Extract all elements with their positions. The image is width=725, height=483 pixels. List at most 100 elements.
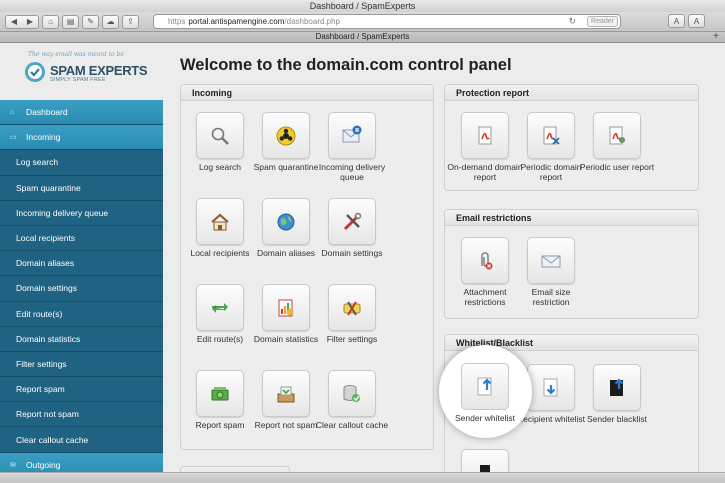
sidebar-item-label: Domain settings — [16, 283, 77, 294]
forward-icon[interactable]: ▶ — [27, 17, 33, 26]
sidebar-item-spam-quarantine[interactable]: Spam quarantine — [0, 175, 163, 201]
globe-icon — [277, 213, 295, 230]
back-forward-buttons[interactable]: ◀ ▶ — [5, 14, 39, 29]
print-button[interactable]: ▤ — [62, 14, 79, 29]
protection-report-title: Protection report — [445, 85, 698, 101]
logo[interactable]: The way email was meant to be SPAM EXPER… — [24, 51, 149, 91]
sidebar-item-incoming-delivery-queue[interactable]: Incoming delivery queue — [0, 200, 163, 226]
email-restrictions-panel: Email restrictions Attachment restrictio… — [444, 209, 699, 319]
domain-aliases-button[interactable] — [262, 198, 310, 245]
house-icon — [211, 213, 229, 230]
edit-routes-button[interactable] — [196, 284, 244, 331]
sidebar: ⌂ Dashboard ▭ Incoming Log search Spam q… — [0, 100, 163, 483]
cloud-icon: ☁ — [106, 17, 115, 26]
tile-label: Report not spam — [254, 420, 318, 430]
sidebar-item-domain-aliases[interactable]: Domain aliases — [0, 251, 163, 277]
sender-whitelist-button[interactable] — [461, 363, 509, 410]
sidebar-item-edit-routes[interactable]: Edit route(s) — [0, 301, 163, 327]
log-search-button[interactable] — [196, 112, 244, 159]
back-icon[interactable]: ◀ — [11, 17, 17, 26]
sidebar-item-label: Edit route(s) — [16, 308, 63, 319]
tile-incoming-delivery-queue[interactable]: Incoming delivery queue — [314, 112, 390, 182]
tile-periodic-user-report[interactable]: Periodic user report — [579, 112, 655, 172]
tile-log-search[interactable]: Log search — [182, 112, 258, 172]
sidebar-item-dashboard[interactable]: ⌂ Dashboard — [0, 100, 163, 126]
tile-report-not-spam[interactable]: Report not spam — [248, 370, 324, 430]
sidebar-item-filter-settings[interactable]: Filter settings — [0, 351, 163, 378]
sidebar-item-local-recipients[interactable]: Local recipients — [0, 225, 163, 252]
report-not-spam-button[interactable] — [262, 370, 310, 417]
clear-callout-cache-button[interactable] — [328, 370, 376, 417]
incoming-delivery-queue-button[interactable] — [328, 112, 376, 159]
address-bar[interactable]: https portal.antispamengine.com/dashboar… — [153, 14, 621, 29]
sidebar-item-report-not-spam[interactable]: Report not spam — [0, 402, 163, 428]
cloud-button[interactable]: ☁ — [102, 14, 119, 29]
email-size-restriction-button[interactable] — [527, 237, 575, 284]
font-smaller-button[interactable]: A — [668, 14, 685, 28]
share-icon: ⇪ — [127, 17, 134, 26]
tile-domain-statistics[interactable]: Domain statistics — [248, 284, 324, 344]
periodic-domain-report-button[interactable] — [527, 112, 575, 159]
tile-sender-whitelist[interactable]: Sender whitelist — [447, 363, 523, 423]
tile-domain-aliases[interactable]: Domain aliases — [248, 198, 324, 258]
tile-spam-quarantine[interactable]: Spam quarantine — [248, 112, 324, 172]
tile-label: Spam quarantine — [253, 162, 319, 172]
sidebar-item-clear-callout-cache[interactable]: Clear callout cache — [0, 427, 163, 453]
sidebar-item-label: Filter settings — [16, 358, 67, 369]
logo-name: SPAM EXPERTS — [50, 63, 148, 78]
spam-quarantine-button[interactable] — [262, 112, 310, 159]
share-button[interactable]: ⇪ — [122, 14, 139, 29]
edit-button[interactable]: ✎ — [82, 14, 99, 29]
sidebar-item-incoming[interactable]: ▭ Incoming — [0, 125, 163, 151]
tile-periodic-domain-report[interactable]: Periodic domain report — [513, 112, 589, 182]
logo-subtitle: SIMPLY SPAM FREE — [50, 77, 106, 83]
black-doc-icon — [610, 377, 624, 396]
tile-report-spam[interactable]: Report spam — [182, 370, 258, 430]
report-spam-button[interactable] — [196, 370, 244, 417]
recipient-whitelist-button[interactable] — [527, 364, 575, 411]
reader-button[interactable]: Reader — [587, 16, 618, 27]
incoming-panel: Incoming Log search Spam quarantine Inco… — [180, 84, 434, 450]
reload-icon[interactable]: ↻ — [568, 16, 576, 27]
sidebar-item-report-spam[interactable]: Report spam — [0, 377, 163, 403]
periodic-user-report-button[interactable] — [593, 112, 641, 159]
filter-settings-button[interactable] — [328, 284, 376, 331]
tile-label: Sender blacklist — [586, 414, 647, 424]
font-larger-button[interactable]: A — [688, 14, 705, 28]
sidebar-item-label: Log search — [16, 157, 59, 168]
biohazard-icon — [276, 126, 296, 145]
tile-label: Log search — [198, 162, 242, 172]
magnifier-icon — [211, 127, 229, 145]
tile-email-size-restriction[interactable]: Email size restriction — [513, 237, 589, 307]
queue-icon — [342, 125, 362, 142]
home-button[interactable]: ⌂ — [42, 14, 59, 29]
tab-title[interactable]: Dashboard / SpamExperts — [316, 32, 410, 41]
doc-up-icon — [477, 377, 492, 395]
inbox-icon: ▭ — [10, 134, 17, 142]
on-demand-domain-report-button[interactable] — [461, 112, 509, 159]
tile-clear-callout-cache[interactable]: Clear callout cache — [314, 370, 390, 430]
tile-domain-settings[interactable]: Domain settings — [314, 198, 390, 258]
tile-label: Filter settings — [326, 334, 378, 344]
sidebar-item-domain-settings[interactable]: Domain settings — [0, 276, 163, 302]
tile-attachment-restrictions[interactable]: Attachment restrictions — [447, 237, 523, 307]
window-title: Dashboard / SpamExperts — [0, 0, 725, 12]
sidebar-item-log-search[interactable]: Log search — [0, 150, 163, 176]
pdf-clock-icon — [543, 126, 560, 145]
tile-edit-routes[interactable]: Edit route(s) — [182, 284, 258, 344]
sidebar-item-domain-statistics[interactable]: Domain statistics — [0, 326, 163, 352]
domain-settings-button[interactable] — [328, 198, 376, 245]
attachment-restrictions-button[interactable] — [461, 237, 509, 284]
tile-on-demand-domain-report[interactable]: On-demand domain report — [447, 112, 523, 182]
local-recipients-button[interactable] — [196, 198, 244, 245]
pdf-icon — [478, 126, 492, 144]
new-tab-icon[interactable]: + — [713, 32, 719, 42]
sender-blacklist-button[interactable] — [593, 364, 641, 411]
domain-statistics-button[interactable] — [262, 284, 310, 331]
pdf-user-icon — [609, 126, 625, 144]
sidebar-item-label: Report spam — [16, 384, 65, 395]
tile-local-recipients[interactable]: Local recipients — [182, 198, 258, 258]
home-icon: ⌂ — [48, 17, 53, 26]
tile-filter-settings[interactable]: Filter settings — [314, 284, 390, 344]
tile-sender-blacklist[interactable]: Sender blacklist — [579, 364, 655, 424]
